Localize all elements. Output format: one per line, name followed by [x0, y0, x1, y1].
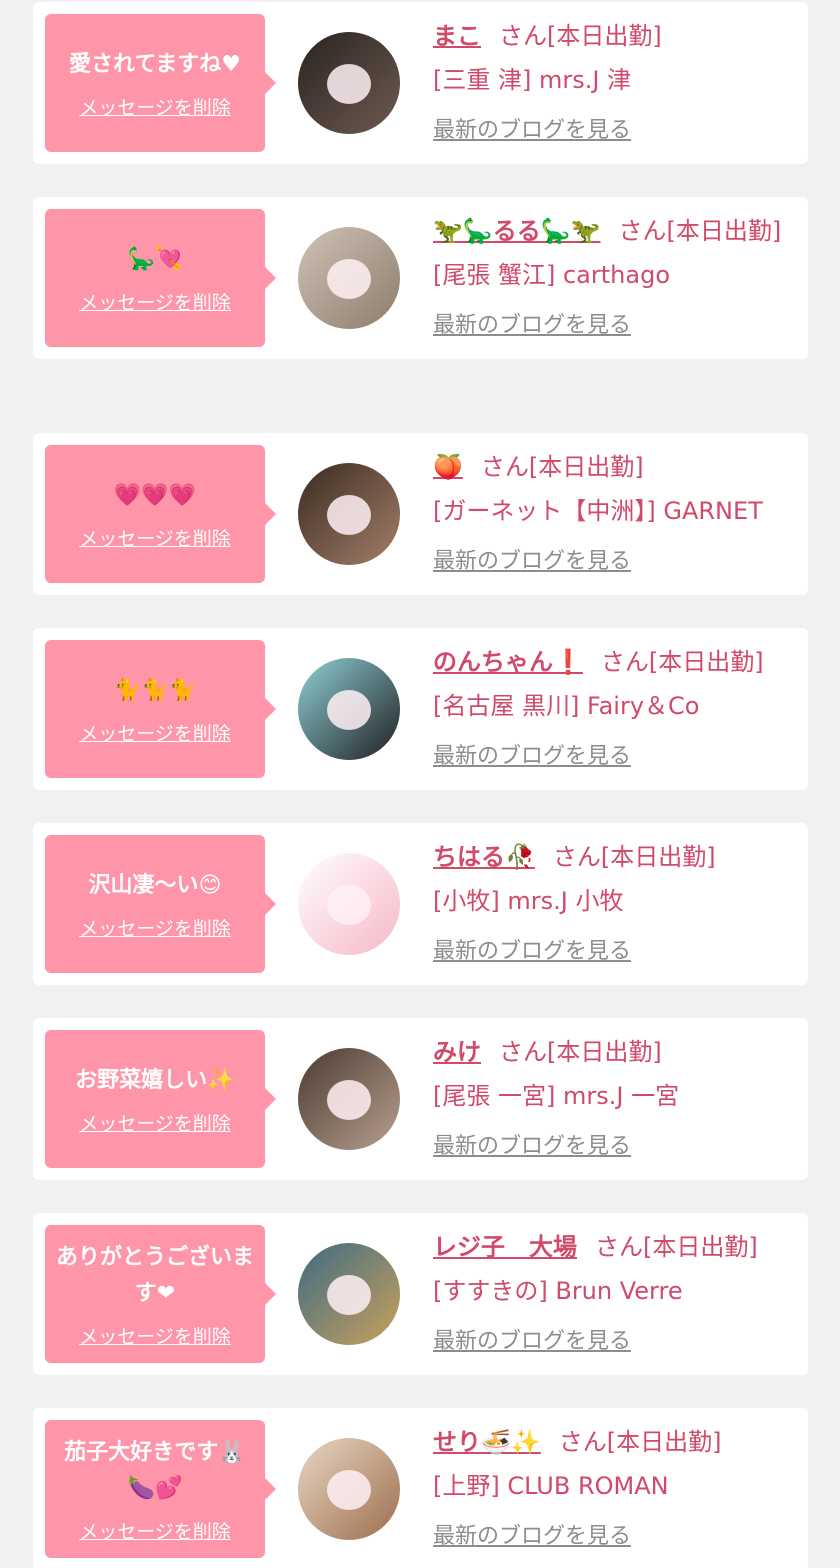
name-line: せり🍜✨ さん[本日出勤]: [433, 1422, 793, 1462]
girl-photo-icon: [298, 1048, 400, 1150]
message-bubble: 🐈🐈🐈 メッセージを削除: [45, 640, 276, 778]
avatar[interactable]: [298, 1243, 400, 1345]
girl-name-link[interactable]: ちはる🥀: [433, 843, 535, 871]
latest-blog-link[interactable]: 最新のブログを見る: [433, 1128, 631, 1160]
message-card: 茄子大好きです🐰🍆💕 メッセージを削除 せり🍜✨ さん[本日出勤] [上野] CL…: [33, 1408, 808, 1568]
avatar[interactable]: [298, 463, 400, 565]
name-line: みけ さん[本日出勤]: [433, 1032, 793, 1072]
girl-name-link[interactable]: みけ: [433, 1038, 481, 1066]
shop-name: [小牧] mrs.J 小牧: [433, 887, 624, 915]
message-bubble: 愛されてますね♥ メッセージを削除: [45, 14, 276, 152]
girl-photo-icon: [298, 1243, 400, 1345]
name-line: まこ さん[本日出勤]: [433, 16, 793, 56]
delete-message-link[interactable]: メッセージを削除: [79, 914, 231, 941]
shop-name: [すすきの] Brun Verre: [433, 1277, 683, 1305]
delete-message-link[interactable]: メッセージを削除: [79, 93, 231, 120]
message-text: 沢山凄〜い😊: [88, 872, 222, 898]
message-bubble: お野菜嬉しい✨ メッセージを削除: [45, 1030, 276, 1168]
avatar[interactable]: [298, 853, 400, 955]
girl-info: のんちゃん❗ さん[本日出勤] [名古屋 黒川] Fairy＆Co 最新のブログを…: [433, 642, 793, 770]
latest-blog-link[interactable]: 最新のブログを見る: [433, 1323, 631, 1355]
message-bubble: 💗💗💗 メッセージを削除: [45, 445, 276, 583]
message-text: 愛されてますね♥: [69, 51, 241, 77]
shop-name: [尾張 一宮] mrs.J 一宮: [433, 1082, 680, 1110]
name-suffix: さん[本日出勤]: [499, 22, 662, 50]
latest-blog-link[interactable]: 最新のブログを見る: [433, 933, 631, 965]
avatar[interactable]: [298, 32, 400, 134]
message-card: 🐈🐈🐈 メッセージを削除 のんちゃん❗ さん[本日出勤] [名古屋 黒川] Fai…: [33, 628, 808, 790]
girl-name-link[interactable]: せり🍜✨: [433, 1428, 541, 1456]
shop-name: [三重 津] mrs.J 津: [433, 66, 632, 94]
girl-name-link[interactable]: のんちゃん❗: [433, 648, 583, 676]
name-suffix: さん[本日出勤]: [480, 453, 644, 481]
name-suffix: さん[本日出勤]: [552, 843, 716, 871]
shop-name: [ガーネット【中洲】] GARNET: [433, 497, 763, 525]
avatar[interactable]: [298, 1438, 400, 1540]
latest-blog-link[interactable]: 最新のブログを見る: [433, 307, 631, 339]
girl-photo-icon: [298, 658, 400, 760]
name-suffix: さん[本日出勤]: [618, 217, 782, 245]
plush-toy-icon: [298, 853, 400, 955]
delete-message-link[interactable]: メッセージを削除: [79, 288, 231, 315]
girl-info: まこ さん[本日出勤] [三重 津] mrs.J 津 最新のブログを見る: [433, 16, 793, 144]
shop-name: [名古屋 黒川] Fairy＆Co: [433, 692, 700, 720]
girl-name-link[interactable]: レジ子 大場: [433, 1233, 577, 1261]
name-line: 🍑 さん[本日出勤]: [433, 447, 793, 487]
message-list: 愛されてますね♥ メッセージを削除 まこ さん[本日出勤] [三重 津] mrs.…: [0, 0, 840, 1568]
delete-message-link[interactable]: メッセージを削除: [79, 1517, 231, 1544]
name-suffix: さん[本日出勤]: [595, 1233, 758, 1261]
message-text: ありがとうございます❤: [55, 1244, 254, 1306]
name-suffix: さん[本日出勤]: [600, 648, 764, 676]
girl-name-link[interactable]: 🍑: [433, 453, 463, 481]
girl-photo-icon: [298, 463, 400, 565]
avatar[interactable]: [298, 1048, 400, 1150]
shop-name: [上野] CLUB ROMAN: [433, 1472, 669, 1500]
latest-blog-link[interactable]: 最新のブログを見る: [433, 1518, 631, 1550]
name-suffix: さん[本日出勤]: [558, 1428, 722, 1456]
girl-info: レジ子 大場 さん[本日出勤] [すすきの] Brun Verre 最新のブログを…: [433, 1227, 793, 1355]
latest-blog-link[interactable]: 最新のブログを見る: [433, 112, 631, 144]
message-card: 🦕💘 メッセージを削除 🦖🦕るる🦕🦖 さん[本日出勤] [尾張 蟹江] carth…: [33, 197, 808, 359]
girl-info: 🦖🦕るる🦕🦖 さん[本日出勤] [尾張 蟹江] carthago 最新のブログを見…: [433, 211, 793, 339]
girl-info: せり🍜✨ さん[本日出勤] [上野] CLUB ROMAN 最新のブログを見る: [433, 1422, 793, 1550]
name-line: のんちゃん❗ さん[本日出勤]: [433, 642, 793, 682]
message-bubble: 沢山凄〜い😊 メッセージを削除: [45, 835, 276, 973]
delete-message-link[interactable]: メッセージを削除: [79, 1322, 231, 1349]
name-suffix: さん[本日出勤]: [499, 1038, 662, 1066]
latest-blog-link[interactable]: 最新のブログを見る: [433, 738, 631, 770]
girl-info: ちはる🥀 さん[本日出勤] [小牧] mrs.J 小牧 最新のブログを見る: [433, 837, 793, 965]
avatar[interactable]: [298, 227, 400, 329]
message-bubble: 🦕💘 メッセージを削除: [45, 209, 276, 347]
message-text: 🦕💘: [127, 246, 183, 272]
delete-message-link[interactable]: メッセージを削除: [79, 719, 231, 746]
message-text: 🐈🐈🐈: [113, 677, 197, 703]
girl-photo-icon: [298, 32, 400, 134]
message-card: ありがとうございます❤ メッセージを削除 レジ子 大場 さん[本日出勤] [すすき…: [33, 1213, 808, 1375]
delete-message-link[interactable]: メッセージを削除: [79, 524, 231, 551]
avatar[interactable]: [298, 658, 400, 760]
message-bubble: ありがとうございます❤ メッセージを削除: [45, 1225, 276, 1363]
name-line: 🦖🦕るる🦕🦖 さん[本日出勤]: [433, 211, 793, 251]
girl-info: 🍑 さん[本日出勤] [ガーネット【中洲】] GARNET 最新のブログを見る: [433, 447, 793, 575]
name-line: レジ子 大場 さん[本日出勤]: [433, 1227, 793, 1267]
girl-photo-icon: [298, 1438, 400, 1540]
message-card: 愛されてますね♥ メッセージを削除 まこ さん[本日出勤] [三重 津] mrs.…: [33, 2, 808, 164]
message-card: お野菜嬉しい✨ メッセージを削除 みけ さん[本日出勤] [尾張 一宮] mrs.…: [33, 1018, 808, 1180]
message-text: お野菜嬉しい✨: [75, 1067, 235, 1093]
message-bubble: 茄子大好きです🐰🍆💕 メッセージを削除: [45, 1420, 276, 1558]
message-text: 茄子大好きです🐰🍆💕: [64, 1439, 246, 1501]
shop-name: [尾張 蟹江] carthago: [433, 261, 670, 289]
girl-name-link[interactable]: 🦖🦕るる🦕🦖: [433, 217, 601, 245]
girl-name-link[interactable]: まこ: [433, 22, 481, 50]
girl-info: みけ さん[本日出勤] [尾張 一宮] mrs.J 一宮 最新のブログを見る: [433, 1032, 793, 1160]
message-card: 沢山凄〜い😊 メッセージを削除 ちはる🥀 さん[本日出勤] [小牧] mrs.J …: [33, 823, 808, 985]
name-line: ちはる🥀 さん[本日出勤]: [433, 837, 793, 877]
girl-photo-icon: [298, 227, 400, 329]
latest-blog-link[interactable]: 最新のブログを見る: [433, 543, 631, 575]
message-text: 💗💗💗: [113, 482, 197, 508]
message-card: 💗💗💗 メッセージを削除 🍑 さん[本日出勤] [ガーネット【中洲】] GARNE…: [33, 433, 808, 595]
delete-message-link[interactable]: メッセージを削除: [79, 1109, 231, 1136]
